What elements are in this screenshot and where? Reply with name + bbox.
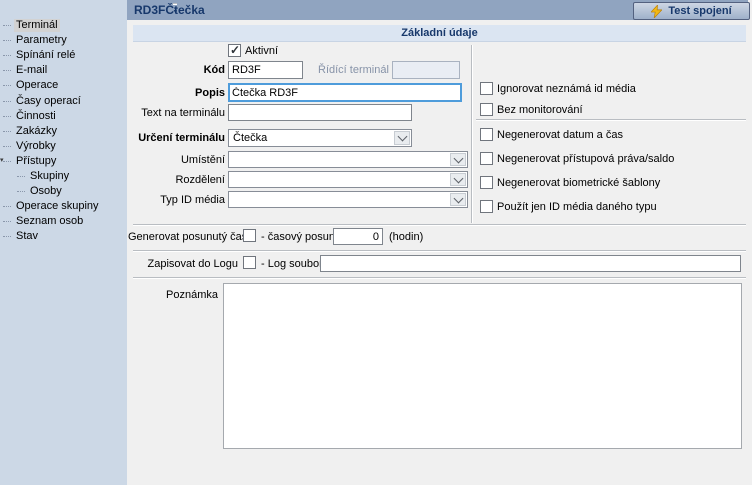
dropdown-button (394, 131, 410, 145)
test-connection-button[interactable]: Test spojení (633, 2, 750, 20)
sidebar-item-skupiny[interactable]: Skupiny (0, 169, 127, 184)
header-bar: RD3F -Čtečka Test spojení (127, 0, 748, 20)
hodin-unit-label: (hodin) (389, 231, 423, 244)
tree-dash-icon (3, 25, 11, 26)
sidebar-item-parametry[interactable]: Parametry (0, 33, 127, 48)
ignorovat-neznama-id-checkbox[interactable] (480, 82, 493, 95)
sidebar: Terminál Parametry Spínání relé E-mail O… (0, 0, 127, 485)
ridici-terminal-input (392, 61, 460, 79)
separator-line (133, 250, 746, 251)
sidebar-item-operace-skupiny[interactable]: Operace skupiny (0, 199, 127, 214)
tree-dash-icon (3, 55, 11, 56)
separator-line (133, 277, 746, 278)
lightning-icon (651, 5, 662, 18)
typ-id-media-select[interactable] (228, 191, 468, 208)
zapisovat-do-logu-label: Zapisovat do Logu (128, 258, 238, 271)
kod-label: Kód (125, 64, 225, 77)
expand-icon[interactable]: ▾ (0, 157, 4, 164)
tree-dash-icon (3, 85, 11, 86)
rozdeleni-label: Rozdělení (125, 174, 225, 187)
sidebar-item-zakazky[interactable]: Zakázky (0, 124, 127, 139)
sidebar-tree: Terminál Parametry Spínání relé E-mail O… (0, 18, 127, 244)
log-soubor-input[interactable] (320, 255, 741, 272)
tree-dash-icon (3, 236, 11, 237)
casovy-posun-label: - časový posun (261, 231, 335, 244)
sidebar-item-spinani-rele[interactable]: Spínání relé (0, 48, 127, 63)
text-na-terminalu-label: Text na terminálu (125, 107, 225, 120)
rozdeleni-select[interactable] (228, 171, 468, 188)
page-title-code: RD3F (134, 3, 165, 17)
tree-dash-icon (3, 146, 11, 147)
tree-dash-icon (17, 176, 25, 177)
negenerovat-prava-checkbox[interactable] (480, 152, 493, 165)
sidebar-item-email[interactable]: E-mail (0, 63, 127, 78)
sidebar-item-osoby[interactable]: Osoby (0, 184, 127, 199)
separator-line (476, 119, 746, 120)
chevron-down-icon (453, 153, 463, 163)
negenerovat-sablony-checkbox[interactable] (480, 176, 493, 189)
urceni-terminalu-value: Čtečka (233, 132, 267, 144)
chevron-down-icon (453, 173, 463, 183)
dropdown-button (450, 193, 466, 206)
typ-id-media-label: Typ ID média (125, 194, 225, 207)
log-soubor-label: - Log soubor (261, 258, 323, 271)
poznamka-label: Poznámka (118, 289, 218, 302)
column-divider (471, 45, 472, 223)
sidebar-item-cinnosti[interactable]: Činnosti (0, 109, 127, 124)
kod-input[interactable] (228, 61, 303, 79)
sidebar-item-operace[interactable]: Operace (0, 78, 127, 93)
negenerovat-datum-checkbox[interactable] (480, 128, 493, 141)
urceni-terminalu-select[interactable]: Čtečka (228, 129, 412, 147)
negenerovat-sablony-label: Negenerovat biometrické šablony (497, 177, 660, 190)
ignorovat-neznama-id-label: Ignorovat neznámá id média (497, 83, 636, 96)
sidebar-item-casy-operaci[interactable]: Časy operací (0, 93, 127, 108)
generovat-posunuty-cas-label: Generovat posunutý čas (128, 231, 238, 244)
casovy-posun-input[interactable] (333, 228, 383, 245)
pouzit-jen-id-checkbox[interactable] (480, 200, 493, 213)
negenerovat-prava-label: Negenerovat přístupová práva/saldo (497, 153, 674, 166)
tree-dash-icon (3, 161, 11, 162)
chevron-down-icon (453, 193, 463, 203)
popis-input[interactable] (228, 83, 462, 102)
bez-monitorovani-checkbox[interactable] (480, 103, 493, 116)
sidebar-item-terminal[interactable]: Terminál (0, 18, 127, 33)
tree-dash-icon (3, 40, 11, 41)
sidebar-item-pristupy[interactable]: ▾Přístupy (0, 154, 127, 169)
tree-dash-icon (3, 101, 11, 102)
title-separator: - (173, 3, 177, 4)
urceni-terminalu-label: Určení terminálu (125, 132, 225, 145)
dropdown-button (450, 153, 466, 166)
tree-dash-icon (3, 116, 11, 117)
umisteni-select[interactable] (228, 151, 468, 168)
sidebar-item-seznam-osob[interactable]: Seznam osob (0, 214, 127, 229)
app-window: Terminál Parametry Spínání relé E-mail O… (0, 0, 752, 485)
ridici-terminal-label: Řídící terminál (318, 64, 389, 77)
active-checkbox[interactable] (228, 44, 241, 57)
tree-dash-icon (3, 131, 11, 132)
active-label: Aktivní (245, 45, 278, 58)
tree-dash-icon (3, 221, 11, 222)
sidebar-item-vyrobky[interactable]: Výrobky (0, 139, 127, 154)
text-na-terminalu-input[interactable] (228, 104, 412, 121)
tree-dash-icon (3, 70, 11, 71)
zapisovat-do-logu-checkbox[interactable] (243, 256, 256, 269)
pouzit-jen-id-label: Použít jen ID média daného typu (497, 201, 657, 214)
chevron-down-icon (397, 132, 407, 142)
sidebar-item-stav[interactable]: Stav (0, 229, 127, 244)
page-title-name: Čtečka (165, 3, 204, 17)
generovat-posunuty-cas-checkbox[interactable] (243, 229, 256, 242)
umisteni-label: Umístění (125, 154, 225, 167)
separator-line (133, 224, 746, 225)
test-connection-label: Test spojení (668, 6, 731, 17)
bez-monitorovani-label: Bez monitorování (497, 104, 583, 117)
poznamka-textarea[interactable] (223, 283, 742, 449)
negenerovat-datum-label: Negenerovat datum a čas (497, 129, 623, 142)
dropdown-button (450, 173, 466, 186)
section-header: Základní údaje (133, 25, 746, 42)
tree-dash-icon (3, 206, 11, 207)
popis-label: Popis (125, 87, 225, 100)
page-title: RD3F -Čtečka (134, 3, 205, 17)
tree-dash-icon (17, 191, 25, 192)
